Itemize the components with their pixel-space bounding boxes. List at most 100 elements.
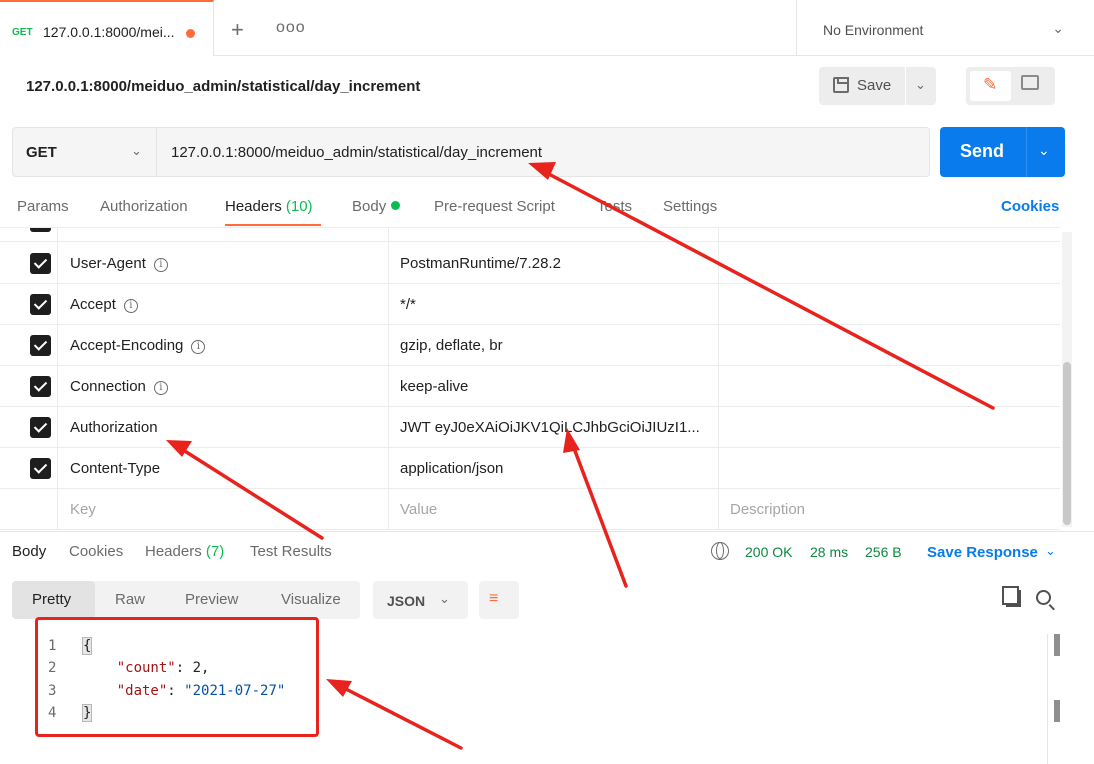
tab-visualize[interactable]: Visualize — [281, 591, 341, 608]
wrap-lines-icon: ≡ — [489, 590, 499, 607]
tab-test-results[interactable]: Test Results — [250, 543, 332, 560]
send-button[interactable]: Send — [940, 127, 1026, 177]
tab-response-headers[interactable]: Headers (7) — [145, 543, 224, 560]
chevron-down-icon: ⌄ — [915, 77, 926, 92]
chevron-down-icon[interactable]: ⌄ — [1045, 543, 1056, 559]
comment-icon[interactable] — [1021, 75, 1039, 90]
wrap-lines-button[interactable]: ≡ — [479, 581, 519, 619]
method-label: GET — [26, 144, 57, 161]
table-row: Connection i keep-alive — [0, 366, 1060, 407]
send-options-button[interactable]: ⌄ — [1026, 127, 1065, 177]
header-key[interactable]: Accept-Encoding i — [70, 337, 206, 354]
tab-body-label: Body — [352, 198, 387, 215]
tab-pretty[interactable]: Pretty — [32, 591, 71, 608]
table-row: Accept-Encoding i gzip, deflate, br — [0, 325, 1060, 366]
info-icon[interactable]: i — [153, 381, 168, 395]
annotation-box — [35, 617, 319, 737]
copy-icon[interactable] — [1002, 586, 1021, 607]
table-row: Accept i */* — [0, 284, 1060, 325]
header-value[interactable]: JWT eyJ0eXAiOiJKV1QiLCJhbGciOiJIUzI1... — [400, 419, 700, 436]
mode-toggle: ✎ — [966, 67, 1055, 105]
language-select[interactable]: JSON ⌄ — [373, 581, 468, 619]
code-divider — [1047, 634, 1048, 764]
header-checkbox[interactable] — [30, 228, 51, 232]
tab-pre-request-script[interactable]: Pre-request Script — [434, 198, 555, 215]
ellipsis-icon[interactable]: ooo — [276, 19, 306, 37]
header-key[interactable]: Authorization — [70, 419, 158, 436]
header-value[interactable]: keep-alive — [400, 378, 468, 395]
header-key[interactable]: Accept i — [70, 296, 138, 313]
format-tabs: Pretty Raw Preview Visualize — [12, 581, 360, 619]
table-row-new: Key Value Description — [0, 489, 1060, 530]
tab-tests[interactable]: Tests — [597, 198, 632, 215]
save-icon — [833, 77, 849, 93]
tab-preview[interactable]: Preview — [185, 591, 238, 608]
request-tabs: Params Authorization Headers (10) Body P… — [0, 186, 1094, 226]
new-key-input[interactable]: Key — [70, 501, 96, 518]
header-checkbox[interactable] — [30, 458, 51, 479]
pencil-icon: ✎ — [983, 75, 998, 94]
globe-icon[interactable] — [711, 542, 729, 560]
tab-bar: GET 127.0.0.1:8000/mei... + ooo No Envir… — [0, 0, 1094, 56]
active-tab-underline — [225, 224, 321, 226]
save-label: Save — [857, 77, 892, 94]
header-checkbox[interactable] — [30, 253, 51, 274]
header-checkbox[interactable] — [30, 294, 51, 315]
tab-headers-label: Headers — [225, 198, 282, 215]
tab-body[interactable]: Body — [352, 198, 401, 215]
chevron-down-icon: ⌄ — [1038, 142, 1050, 158]
info-icon[interactable]: i — [153, 258, 168, 272]
header-key-text: User-Agent — [70, 255, 146, 272]
header-key[interactable]: User-Agent i — [70, 255, 168, 272]
tab-authorization[interactable]: Authorization — [100, 198, 188, 215]
table-row — [0, 228, 1060, 242]
header-checkbox[interactable] — [30, 417, 51, 438]
header-checkbox[interactable] — [30, 335, 51, 356]
tab-params[interactable]: Params — [17, 198, 69, 215]
header-value[interactable]: */* — [400, 296, 416, 313]
edit-mode-button[interactable]: ✎ — [970, 71, 1011, 101]
new-value-input[interactable]: Value — [400, 501, 437, 518]
header-checkbox[interactable] — [30, 376, 51, 397]
table-row: User-Agent i PostmanRuntime/7.28.2 — [0, 243, 1060, 284]
body-indicator-icon — [391, 201, 401, 210]
table-row: Content-Type application/json — [0, 448, 1060, 489]
save-button[interactable]: Save — [819, 67, 905, 105]
status-code[interactable]: 200 OK — [745, 544, 792, 560]
response-size[interactable]: 256 B — [865, 544, 902, 560]
tab-headers[interactable]: Headers (10) — [225, 198, 313, 215]
tab-title: 127.0.0.1:8000/mei... — [43, 24, 175, 40]
info-icon[interactable]: i — [191, 340, 206, 354]
environment-select[interactable]: No Environment ⌄ — [796, 0, 1094, 56]
cookies-link[interactable]: Cookies — [1001, 198, 1059, 215]
header-value[interactable]: application/json — [400, 460, 503, 477]
save-response-button[interactable]: Save Response — [927, 544, 1038, 561]
response-time[interactable]: 28 ms — [810, 544, 848, 560]
plus-icon[interactable]: + — [231, 17, 244, 43]
method-select[interactable]: GET ⌄ — [12, 127, 157, 177]
chevron-down-icon: ⌄ — [1052, 20, 1064, 36]
url-text: 127.0.0.1:8000/meiduo_admin/statistical/… — [171, 144, 543, 161]
headers-table: User-Agent i PostmanRuntime/7.28.2 Accept… — [0, 227, 1060, 530]
language-label: JSON — [387, 593, 426, 609]
tab-raw[interactable]: Raw — [115, 591, 145, 608]
tab-settings[interactable]: Settings — [663, 198, 717, 215]
tab-response-cookies[interactable]: Cookies — [69, 543, 123, 560]
save-options-button[interactable]: ⌄ — [906, 67, 936, 105]
request-tab[interactable]: GET 127.0.0.1:8000/mei... — [0, 0, 214, 56]
tab-method: GET — [12, 27, 33, 38]
header-value[interactable]: gzip, deflate, br — [400, 337, 503, 354]
info-icon[interactable]: i — [123, 299, 138, 313]
response-tabs: Body Cookies Headers (7) Test Results 20… — [0, 531, 1094, 571]
header-key[interactable]: Content-Type — [70, 460, 160, 477]
tab-response-body[interactable]: Body — [12, 543, 46, 560]
url-input[interactable]: 127.0.0.1:8000/meiduo_admin/statistical/… — [157, 127, 930, 177]
header-key[interactable]: Connection i — [70, 378, 168, 395]
headers-scrollbar-thumb[interactable] — [1063, 362, 1071, 525]
send-label: Send — [960, 141, 1005, 161]
search-icon[interactable] — [1036, 590, 1051, 605]
request-title[interactable]: 127.0.0.1:8000/meiduo_admin/statistical/… — [26, 78, 420, 95]
header-value[interactable]: PostmanRuntime/7.28.2 — [400, 255, 561, 272]
tab-headers-count: (10) — [285, 198, 313, 215]
new-description-input[interactable]: Description — [730, 501, 805, 518]
